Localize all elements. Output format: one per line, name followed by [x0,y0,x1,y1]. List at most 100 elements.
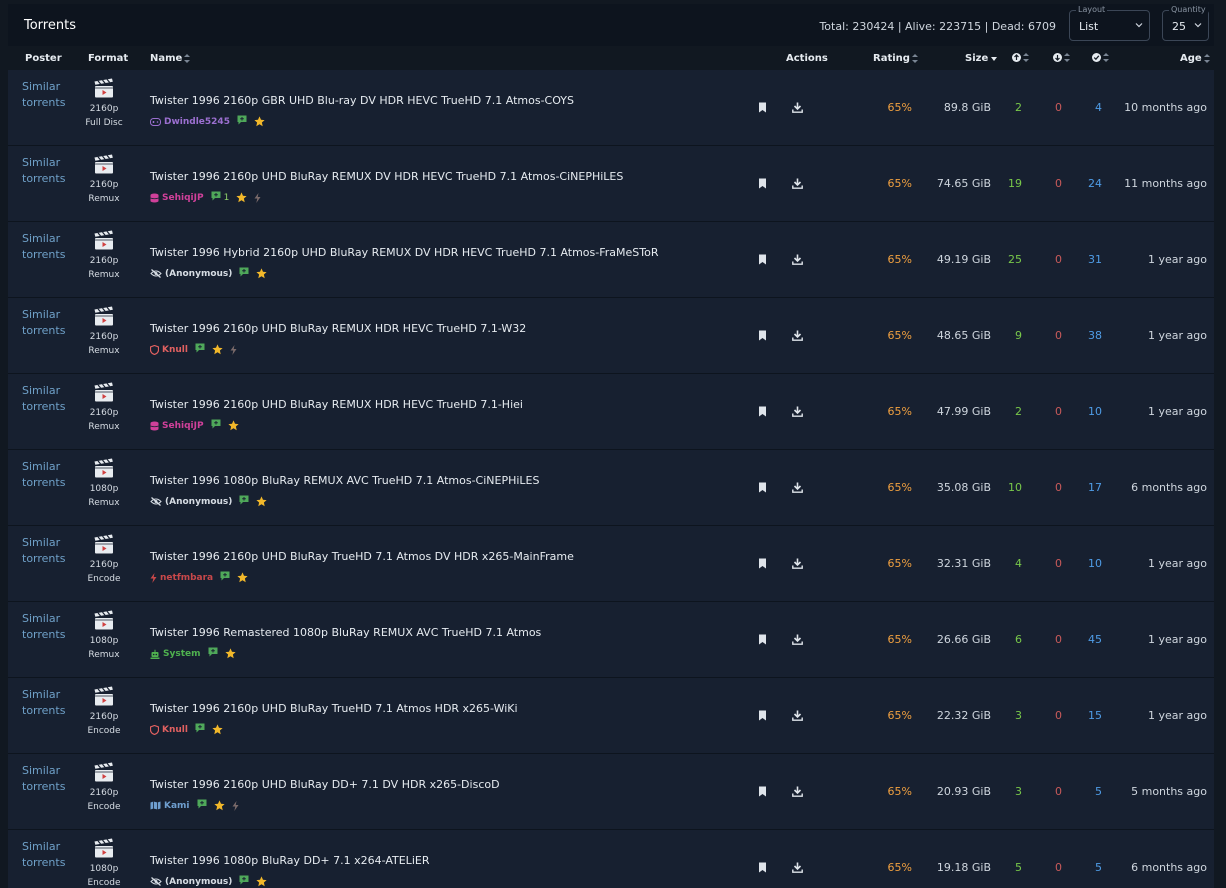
col-rating[interactable]: Rating [873,53,918,64]
torrent-name-link[interactable]: Twister 1996 2160p UHD BluRay TrueHD 7.1… [150,550,574,563]
seeders-link[interactable]: 3 [998,785,1022,798]
bookmark-icon[interactable] [758,330,767,344]
torrent-name-link[interactable]: Twister 1996 2160p UHD BluRay TrueHD 7.1… [150,702,518,715]
torrent-name-link[interactable]: Twister 1996 2160p UHD BluRay REMUX HDR … [150,398,523,411]
leechers-link[interactable]: 0 [1044,329,1062,342]
bookmark-icon[interactable] [758,710,767,724]
similar-torrents-link[interactable]: Similar torrents [22,839,82,871]
uploader-link[interactable]: SehiqiJP [150,193,204,203]
completed-link[interactable]: 17 [1074,481,1102,494]
torrent-name-link[interactable]: Twister 1996 2160p UHD BluRay REMUX DV H… [150,170,623,183]
download-icon[interactable] [792,482,803,496]
torrent-name-link[interactable]: Twister 1996 Hybrid 2160p UHD BluRay REM… [150,246,659,259]
seeders-link[interactable]: 5 [998,861,1022,874]
uploader-link[interactable]: SehiqiJP [150,421,204,431]
similar-torrents-link[interactable]: Similar torrents [22,155,82,187]
leechers-link[interactable]: 0 [1044,557,1062,570]
similar-torrents-link[interactable]: Similar torrents [22,79,82,111]
col-completed[interactable] [1092,53,1109,62]
torrent-name-link[interactable]: Twister 1996 2160p GBR UHD Blu-ray DV HD… [150,94,574,107]
leechers-link[interactable]: 0 [1044,785,1062,798]
seeders-link[interactable]: 2 [998,405,1022,418]
download-icon[interactable] [792,178,803,192]
bookmark-icon[interactable] [758,558,767,572]
completed-link[interactable]: 10 [1074,405,1102,418]
leechers-link[interactable]: 0 [1044,405,1062,418]
seeders-link[interactable]: 9 [998,329,1022,342]
type-label: Remux [88,650,120,660]
leechers-link[interactable]: 0 [1044,633,1062,646]
uploader-link[interactable]: Knull [150,344,188,355]
uploader-link[interactable]: (Anonymous) [150,497,232,507]
seeders-link[interactable]: 10 [998,481,1022,494]
leechers-link[interactable]: 0 [1044,253,1062,266]
similar-torrents-link[interactable]: Similar torrents [22,611,82,643]
download-icon[interactable] [792,786,803,800]
similar-torrents-link[interactable]: Similar torrents [22,383,82,415]
completed-link[interactable]: 24 [1074,177,1102,190]
seeders-link[interactable]: 25 [998,253,1022,266]
download-icon[interactable] [792,102,803,116]
seeders-link[interactable]: 2 [998,101,1022,114]
leechers-link[interactable]: 0 [1044,177,1062,190]
torrent-name-link[interactable]: Twister 1996 1080p BluRay REMUX AVC True… [150,474,539,487]
uploader-link[interactable]: Dwindle5245 [150,117,230,127]
completed-link[interactable]: 15 [1074,709,1102,722]
type-label: Encode [87,878,121,888]
download-icon[interactable] [792,710,803,724]
col-size[interactable]: Size [965,53,998,64]
similar-torrents-link[interactable]: Similar torrents [22,763,82,795]
uploader-link[interactable]: (Anonymous) [150,269,232,279]
seeders-link[interactable]: 19 [998,177,1022,190]
col-age[interactable]: Age [1180,53,1210,64]
seeders-link[interactable]: 3 [998,709,1022,722]
torrent-name-link[interactable]: Twister 1996 2160p UHD BluRay REMUX HDR … [150,322,526,335]
download-icon[interactable] [792,634,803,648]
layout-select[interactable]: Layout List [1069,5,1150,41]
similar-torrents-link[interactable]: Similar torrents [22,231,82,263]
col-seeders[interactable] [1012,53,1029,62]
bookmark-icon[interactable] [758,102,767,116]
download-icon[interactable] [792,254,803,268]
similar-torrents-link[interactable]: Similar torrents [22,459,82,491]
torrent-name-link[interactable]: Twister 1996 Remastered 1080p BluRay REM… [150,626,541,639]
uploader-link[interactable]: (Anonymous) [150,877,232,887]
seeders-link[interactable]: 4 [998,557,1022,570]
leechers-link[interactable]: 0 [1044,101,1062,114]
format-cell: 2160p Encode [80,534,128,586]
seeders-link[interactable]: 6 [998,633,1022,646]
bookmark-icon[interactable] [758,406,767,420]
completed-link[interactable]: 5 [1074,861,1102,874]
uploader-link[interactable]: Kami [150,801,190,811]
completed-link[interactable]: 10 [1074,557,1102,570]
torrent-name-link[interactable]: Twister 1996 2160p UHD BluRay DD+ 7.1 DV… [150,778,500,791]
uploader-link[interactable]: System [150,649,201,659]
similar-torrents-link[interactable]: Similar torrents [22,687,82,719]
bookmark-icon[interactable] [758,634,767,648]
bookmark-icon[interactable] [758,862,767,876]
download-icon[interactable] [792,862,803,876]
completed-link[interactable]: 31 [1074,253,1102,266]
similar-torrents-link[interactable]: Similar torrents [22,535,82,567]
bookmark-icon[interactable] [758,786,767,800]
quantity-select[interactable]: Quantity 25 [1162,5,1209,41]
uploader-link[interactable]: Knull [150,724,188,735]
leechers-link[interactable]: 0 [1044,861,1062,874]
download-icon[interactable] [792,406,803,420]
download-icon[interactable] [792,330,803,344]
completed-link[interactable]: 45 [1074,633,1102,646]
bookmark-icon[interactable] [758,254,767,268]
col-name[interactable]: Name [150,53,191,64]
completed-link[interactable]: 4 [1074,101,1102,114]
similar-torrents-link[interactable]: Similar torrents [22,307,82,339]
uploader-link[interactable]: netfmbara [150,572,213,583]
bookmark-icon[interactable] [758,482,767,496]
bookmark-icon[interactable] [758,178,767,192]
leechers-link[interactable]: 0 [1044,481,1062,494]
download-icon[interactable] [792,558,803,572]
torrent-name-link[interactable]: Twister 1996 1080p BluRay DD+ 7.1 x264-A… [150,854,429,867]
leechers-link[interactable]: 0 [1044,709,1062,722]
completed-link[interactable]: 5 [1074,785,1102,798]
col-leechers[interactable] [1053,53,1070,62]
completed-link[interactable]: 38 [1074,329,1102,342]
